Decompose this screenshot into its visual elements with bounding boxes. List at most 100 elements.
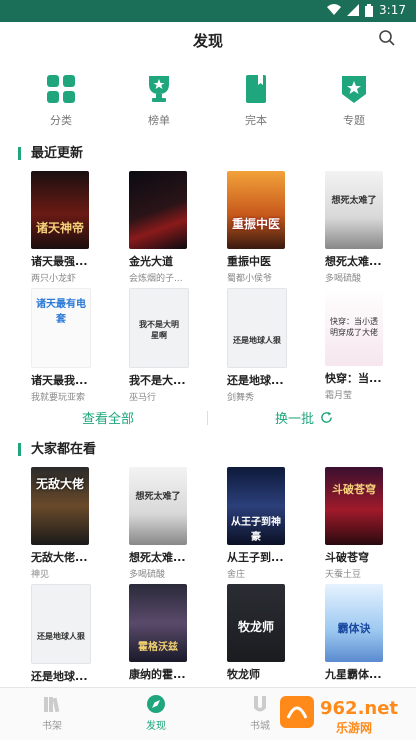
book-card[interactable]: 我不是大明星啊 我不是大... 巫马行	[129, 288, 191, 403]
book-author: 神见	[31, 570, 50, 580]
svg-text:962.net: 962.net	[320, 698, 398, 719]
book-title: 想死太难...	[129, 551, 186, 564]
book-author: 多喝硫酸	[129, 570, 166, 580]
bookshelf-icon	[44, 697, 60, 713]
book-title: 我不是大...	[129, 374, 186, 387]
book-card[interactable]: 牧龙师 牧龙师	[227, 584, 289, 682]
status-time: 3:17	[379, 3, 406, 17]
book-author: 多喝硫酸	[325, 274, 362, 284]
store-icon	[254, 696, 266, 712]
signal-icon	[347, 4, 360, 16]
shortcut-topics[interactable]: 专题	[324, 74, 384, 128]
book-cover: 诸天最有电套	[31, 288, 91, 368]
book-author: 会炼烟的子...	[129, 274, 183, 284]
book-title: 还是地球...	[227, 374, 284, 387]
book-title: 牧龙师	[227, 668, 260, 681]
book-author: 剑舞秀	[227, 393, 255, 403]
cover-text: 想死太难了	[331, 196, 377, 206]
book-title: 快穿：当...	[325, 372, 382, 385]
cover-text: 想死太难了	[135, 492, 181, 502]
shortcut-ranking[interactable]: 榜单	[129, 74, 189, 128]
cover-text: 快穿：当小透明穿成了大佬	[330, 317, 378, 337]
search-icon[interactable]	[378, 29, 396, 47]
page-title: 发现	[192, 32, 223, 50]
book-card[interactable]: 重振中医 重振中医 蜀都小侯爷	[227, 171, 289, 284]
cover-text: 斗破苍穹	[332, 483, 376, 496]
section-actions: 查看全部 换一批	[0, 408, 416, 428]
shortcut-category[interactable]: 分类	[31, 74, 91, 128]
cover-text: 还是地球人狠	[233, 336, 281, 345]
book-card[interactable]: 还是地球人狠 还是地球...	[31, 584, 93, 684]
book-card[interactable]: 诸天神帝 诸天最强... 两只小龙虾	[31, 171, 93, 284]
book-card[interactable]: 想死太难了 想死太难... 多喝硫酸	[129, 467, 191, 580]
book-cover: 还是地球人狠	[31, 584, 91, 664]
book-title: 金光大道	[129, 255, 173, 268]
shortcut-finished[interactable]: 完本	[226, 74, 286, 128]
book-title: 无敌大佬...	[31, 551, 88, 564]
book-cover: 从王子到神豪	[227, 467, 285, 545]
cover-text: 霸体诀	[337, 622, 371, 635]
section-title-recent: 最近更新	[18, 147, 83, 160]
book-author: 天蚕土豆	[325, 570, 362, 580]
book-card[interactable]: 金光大道 会炼烟的子...	[129, 171, 191, 284]
book-cover: 牧龙师	[227, 584, 285, 662]
book-card[interactable]: 想死太难了 想死太难... 多喝硫酸	[325, 171, 387, 284]
battery-icon	[365, 3, 374, 17]
book-card[interactable]: 诸天最有电套 诸天最我... 我就要玩亚索	[31, 288, 93, 403]
cover-text: 诸天最有电套	[36, 299, 86, 325]
refresh-icon	[321, 411, 332, 423]
book-author: 舍庄	[227, 570, 246, 580]
book-card[interactable]: 还是地球人狠 还是地球... 剑舞秀	[227, 288, 289, 403]
watermark-logo: 962.net 乐游网	[280, 696, 398, 735]
book-cover: 霍格沃兹	[129, 584, 187, 662]
book-card[interactable]: 从王子到神豪 从王子到... 舍庄	[227, 467, 289, 580]
book-cover: 无敌大佬	[31, 467, 89, 545]
grid-icon	[47, 75, 75, 103]
book-cover: 重振中医	[227, 171, 285, 249]
category-shortcuts: 分类 榜单 完本 专题	[0, 74, 416, 134]
shortcut-label: 完本	[245, 114, 267, 127]
book-title: 想死太难...	[325, 255, 382, 268]
book-card[interactable]: 无敌大佬 无敌大佬... 神见	[31, 467, 93, 580]
book-card[interactable]: 斗破苍穹 斗破苍穹 天蚕土豆	[325, 467, 387, 580]
book-author: 蜀都小侯爷	[227, 274, 273, 284]
book-cover: 想死太难了	[129, 467, 187, 545]
view-all-button[interactable]: 查看全部	[82, 408, 134, 427]
book-cover: 斗破苍穹	[325, 467, 383, 545]
book-cover: 快穿：当小透明穿成了大佬	[325, 288, 383, 366]
divider	[207, 411, 208, 425]
book-cover: 霸体诀	[325, 584, 383, 662]
cover-text: 重振中医	[231, 217, 280, 231]
book-icon	[246, 75, 266, 103]
cover-text: 还是地球人狠	[37, 632, 85, 641]
book-cover	[129, 171, 187, 249]
compass-icon	[147, 695, 165, 713]
book-title: 康纳的霍...	[129, 668, 186, 681]
svg-text:乐游网: 乐游网	[336, 720, 372, 735]
book-title: 九星霸体...	[325, 668, 382, 681]
book-card[interactable]: 霍格沃兹 康纳的霍...	[129, 584, 191, 682]
book-author: 霜月莹	[325, 391, 353, 401]
shortcut-label: 专题	[343, 114, 365, 127]
cover-text: 霍格沃兹	[138, 642, 178, 653]
book-title: 重振中医	[227, 255, 271, 268]
section-title-popular: 大家都在看	[18, 443, 96, 456]
book-cover: 我不是大明星啊	[129, 288, 189, 368]
book-title: 诸天最强...	[31, 255, 88, 268]
star-badge-icon	[342, 76, 366, 103]
tab-discover[interactable]: 发现	[126, 694, 186, 732]
tab-bookshelf[interactable]: 书架	[22, 694, 82, 732]
tab-label: 发现	[146, 721, 166, 732]
cover-text: 无敌大佬	[35, 477, 84, 491]
shortcut-label: 榜单	[148, 114, 170, 127]
book-card[interactable]: 快穿：当小透明穿成了大佬 快穿：当... 霜月莹	[325, 288, 387, 401]
shortcut-label: 分类	[50, 114, 72, 127]
book-author: 我就要玩亚索	[31, 393, 86, 403]
trophy-icon	[149, 76, 169, 102]
site-watermark: 962.net 乐游网	[278, 688, 410, 736]
book-author: 巫马行	[129, 393, 157, 403]
book-cover: 诸天神帝	[31, 171, 89, 249]
book-card[interactable]: 霸体诀 九星霸体...	[325, 584, 387, 682]
refresh-button[interactable]: 换一批	[275, 408, 333, 427]
wifi-icon	[327, 4, 342, 15]
